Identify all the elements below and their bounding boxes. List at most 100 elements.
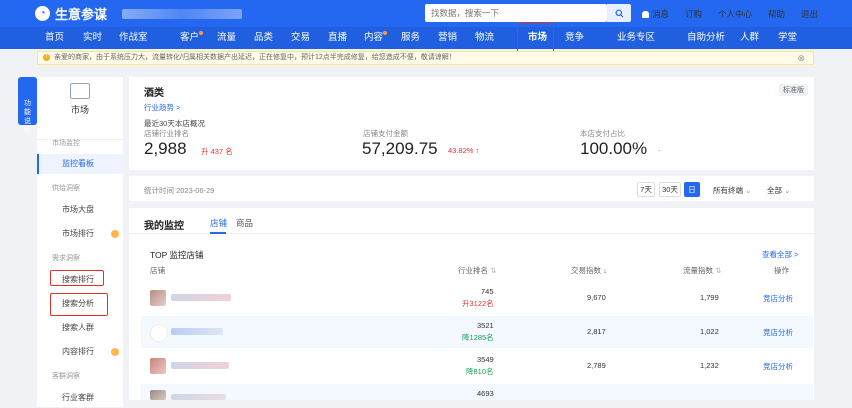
view-all-link[interactable]: 查看全部 >: [762, 249, 798, 260]
column-shop: 店铺: [150, 266, 165, 275]
table-row: 745 升3122名 9,670 1,799 竞店分析: [141, 282, 813, 314]
shop-avatar: [150, 358, 166, 374]
search-input[interactable]: [425, 4, 607, 22]
sidebar-item-monitor-board[interactable]: 监控看板: [37, 154, 123, 174]
metric-value: 100.00%: [580, 139, 648, 158]
nav-marketing[interactable]: 营销: [438, 27, 457, 49]
column-traffic-index[interactable]: 流量指数 ⇅: [683, 265, 721, 276]
rank-change: 降1285名: [462, 333, 494, 342]
nav-content[interactable]: 内容: [364, 27, 383, 49]
main-nav: 首页 实时 作战室 客户 流量 品类 交易 直播 内容 服务 营销 物流 市场 …: [0, 27, 852, 49]
terminal-select[interactable]: 所有终端 ⌄: [713, 185, 751, 196]
brand-logo[interactable]: ◔ 生意参谋: [35, 4, 107, 23]
column-rank[interactable]: 行业排名 ⇅: [458, 265, 496, 276]
subscribe-link[interactable]: 订购: [685, 8, 702, 20]
competitor-analysis-link[interactable]: 竞店分析: [763, 327, 793, 338]
rank-value: 745: [481, 287, 494, 296]
column-trade-index[interactable]: 交易指数 ↓: [571, 265, 607, 276]
trade-index: 2,789: [587, 361, 606, 370]
nav-home[interactable]: 首页: [45, 27, 64, 49]
chevron-down-icon: ⌄: [745, 186, 752, 195]
chevron-down-icon: ⌄: [784, 186, 791, 195]
tab-active-underline: [210, 232, 226, 234]
new-dot-icon: [111, 230, 119, 238]
shop-name-blurred: [122, 8, 243, 19]
nav-live[interactable]: 直播: [328, 27, 347, 49]
sort-icon: ⇅: [490, 266, 497, 275]
nav-trade[interactable]: 交易: [291, 27, 310, 49]
sidebar-item-content-rank[interactable]: 内容排行: [37, 342, 123, 362]
tab-product[interactable]: 商品: [236, 217, 253, 229]
new-dot-icon: [383, 31, 387, 35]
sidebar-section-title: 供给洞察: [52, 185, 80, 192]
nav-academy[interactable]: 学堂: [778, 27, 797, 49]
sidebar-section-title: 需求洞察: [52, 255, 80, 262]
highlight-box-market: [517, 23, 554, 54]
sidebar-item-market-rank[interactable]: 市场排行: [37, 224, 123, 244]
nav-realtime[interactable]: 实时: [83, 27, 102, 49]
rank-value: 3549: [477, 355, 494, 364]
metric-value: 57,209.75: [362, 139, 438, 158]
nav-category[interactable]: 品类: [254, 27, 273, 49]
table-header: 店铺 行业排名 ⇅ 交易指数 ↓ 流量指数 ⇅ 操作: [141, 264, 813, 278]
table-row: 3521 降1285名 2,817 1,022 竞店分析: [141, 316, 813, 348]
nav-logistics[interactable]: 物流: [475, 27, 494, 49]
help-link[interactable]: 帮助: [768, 8, 785, 20]
sidebar-item-market-overview[interactable]: 市场大盘: [37, 200, 123, 220]
tab-shop[interactable]: 店铺: [210, 217, 227, 229]
metric-value: 2,988: [144, 139, 187, 158]
rank-value: 3521: [477, 321, 494, 330]
close-icon[interactable]: ⊗: [797, 52, 805, 64]
notice-banner: ! 亲爱的商家，由于系统压力大，流量转化/归属相关数据产出延迟，正在修复中，预计…: [37, 51, 814, 65]
range-day[interactable]: 日: [684, 182, 700, 197]
nav-crowd[interactable]: 人群: [740, 27, 759, 49]
shop-avatar: [150, 324, 168, 342]
rank-value: 4693: [477, 389, 494, 398]
nav-traffic[interactable]: 流量: [217, 27, 236, 49]
metric-label: 店铺支付金额: [363, 129, 408, 138]
sidebar-section-title: 客群洞察: [52, 373, 80, 380]
table-row: 3549 降810名 2,789 1,232 竞店分析: [141, 350, 813, 382]
search-box[interactable]: [425, 4, 607, 22]
range-7-days[interactable]: 7天: [637, 182, 655, 197]
category-title: 酒类: [144, 88, 164, 99]
notice-text: 亲爱的商家，由于系统压力大，流量转化/归属相关数据产出延迟，正在修复中，预计12…: [54, 54, 456, 61]
shop-name-blurred: [171, 294, 231, 301]
nav-business-zone[interactable]: 业务专区: [617, 27, 655, 49]
metric-change: -: [658, 146, 661, 155]
sidebar-title: 市场: [70, 105, 89, 115]
rank-change: 降810名: [466, 367, 494, 376]
sidebar-item-search-crowd[interactable]: 搜索人群: [37, 318, 123, 338]
nav-self-analysis[interactable]: 自助分析: [687, 27, 725, 49]
industry-trend-link[interactable]: 行业趋势 >: [144, 102, 180, 113]
rank-change: 升3122名: [462, 299, 494, 308]
scope-select[interactable]: 全部 ⌄: [767, 185, 790, 196]
column-action: 操作: [774, 266, 789, 275]
logo-icon: ◔: [35, 6, 50, 21]
nav-competition[interactable]: 竞争: [565, 27, 584, 49]
nav-war-room[interactable]: 作战室: [119, 27, 148, 49]
profile-link[interactable]: 个人中心: [718, 8, 752, 20]
section-title: TOP 监控店铺: [150, 250, 204, 260]
warning-icon: !: [43, 54, 50, 61]
competitor-analysis-link[interactable]: 竞店分析: [763, 361, 793, 372]
metric-label: 本店支付占比: [580, 129, 625, 138]
search-button[interactable]: [607, 4, 631, 22]
traffic-index: 1,799: [700, 293, 719, 302]
monitor-title: 我的监控: [144, 221, 184, 232]
sort-desc-icon: ↓: [603, 266, 607, 275]
overview-card: 酒类 标准版 行业趋势 > 最近30天本店概况 店铺行业排名 2,988 升 4…: [129, 77, 814, 170]
function-help-button[interactable]: 功能说明: [18, 77, 37, 134]
logout-link[interactable]: 退出: [801, 8, 818, 20]
sidebar-item-industry-crowd[interactable]: 行业客群: [37, 388, 123, 408]
bell-icon: [642, 10, 649, 18]
nav-customer[interactable]: 客户: [180, 27, 199, 49]
messages-link[interactable]: 消息: [642, 8, 669, 20]
competitor-analysis-link[interactable]: 竞店分析: [763, 293, 793, 304]
trade-index: 9,670: [587, 293, 606, 302]
sort-icon: ⇅: [715, 266, 722, 275]
trade-index: 2,817: [587, 327, 606, 336]
table-row: 4693: [141, 384, 813, 400]
range-30-days[interactable]: 30天: [659, 182, 681, 197]
nav-service[interactable]: 服务: [401, 27, 420, 49]
